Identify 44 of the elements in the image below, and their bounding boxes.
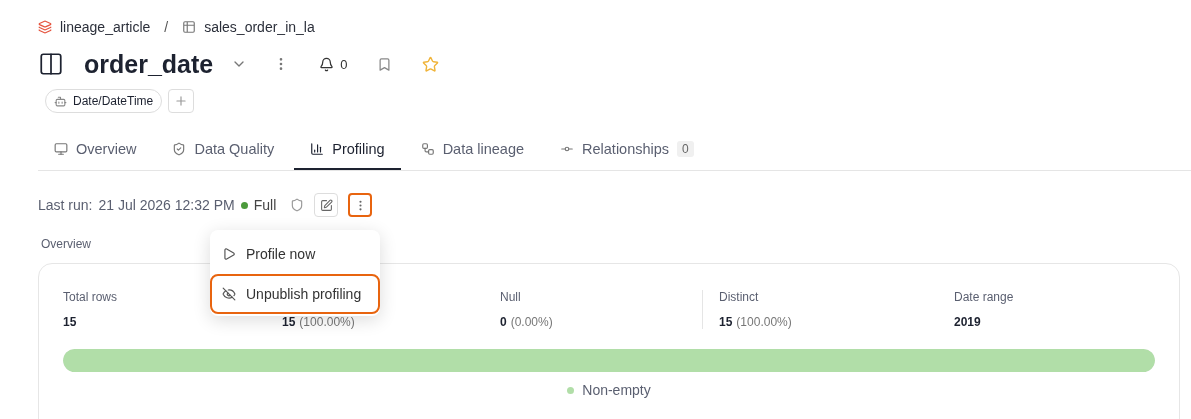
stat-percent: (0.00%) (510, 315, 553, 329)
panel-icon[interactable] (38, 51, 64, 77)
menu-item[interactable]: Unpublish profiling (210, 274, 380, 314)
plus-icon (174, 94, 189, 108)
stat-label: Distinct (719, 290, 759, 304)
section-title: Overview (41, 237, 91, 251)
star-icon[interactable] (422, 55, 440, 73)
tab[interactable]: Data lineage (404, 129, 541, 170)
robot-icon (54, 94, 67, 108)
more-button[interactable] (348, 193, 373, 217)
pencil-icon (319, 198, 333, 212)
stat-label: Date range (954, 290, 1014, 304)
edit-button[interactable] (314, 193, 339, 217)
stat-value: 15 (63, 315, 77, 329)
tab[interactable]: Relationships 0 (544, 129, 710, 170)
stat-label: Total rows (63, 290, 118, 304)
menu-item[interactable]: Profile now (210, 234, 380, 274)
last-run-time: 21 Jul 2026 12:32 PM (98, 197, 235, 213)
tab[interactable]: Data Quality (156, 129, 291, 170)
stat-value: 0 (500, 315, 507, 329)
layers-icon (38, 20, 52, 34)
stat-label: Null (500, 290, 521, 304)
tab[interactable]: Overview (38, 129, 153, 170)
notification-button[interactable]: 0 (319, 56, 348, 72)
run-mode: Full (253, 197, 277, 213)
breadcrumb-separator: / (164, 19, 169, 35)
last-run-label: Last run: (38, 197, 93, 213)
legend-label: Non-empty (582, 382, 651, 398)
bookmark-icon[interactable] (377, 56, 393, 72)
stat-value: 2019 (954, 315, 981, 329)
breadcrumb-link[interactable]: sales_order_in_la (204, 19, 315, 35)
eye-off-icon (222, 287, 236, 301)
bell-icon (319, 56, 335, 72)
play-icon (222, 247, 236, 261)
table-icon (182, 20, 197, 34)
count-badge: 0 (677, 140, 694, 157)
stat-percent: (100.00%) (299, 315, 355, 329)
shield-icon (290, 198, 305, 212)
stat-percent: (100.00%) (736, 315, 792, 329)
stat-value: 15 (719, 315, 733, 329)
page-title: order_date (84, 49, 214, 79)
tab[interactable]: Profiling (294, 129, 401, 170)
stat-value: 15 (282, 315, 296, 329)
breadcrumb-link[interactable]: lineage_article (60, 19, 151, 35)
